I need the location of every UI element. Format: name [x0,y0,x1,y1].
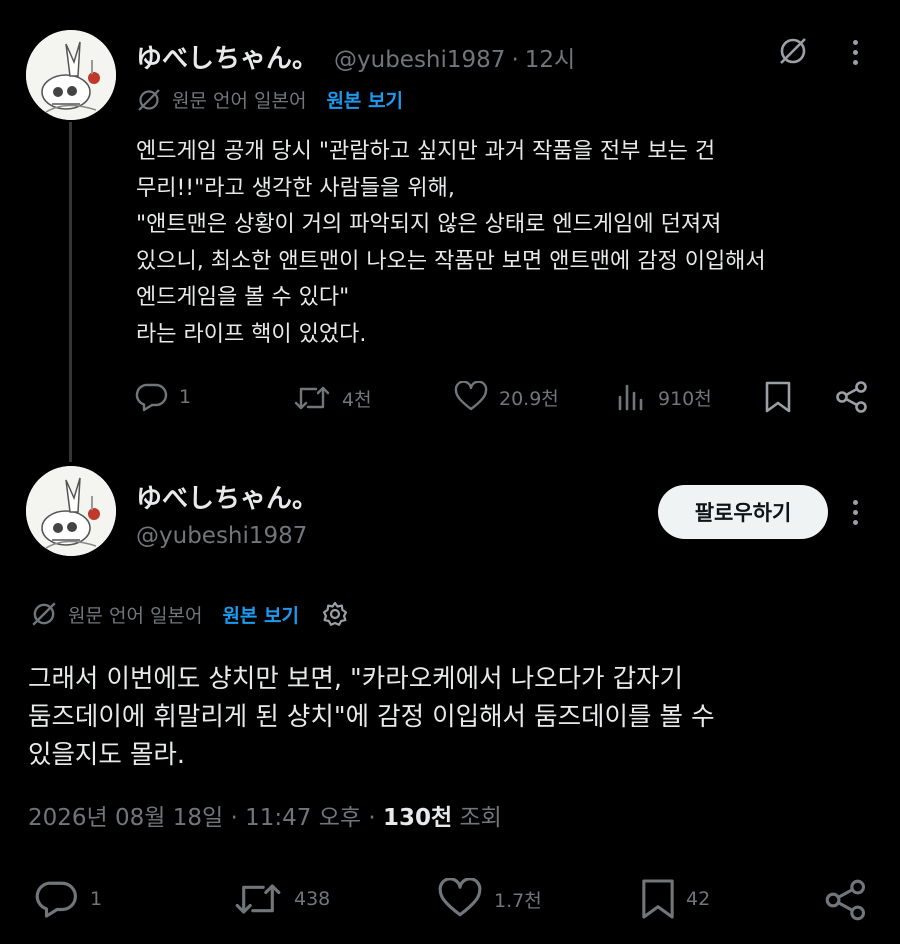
avatar-skull-icon [26,466,116,556]
author-handle[interactable]: @yubeshi1987 [334,47,505,73]
more-icon[interactable] [853,40,859,70]
reply-button[interactable]: 1 [135,381,191,413]
retweet-icon [294,386,330,410]
like-count: 20.9천 [499,387,559,410]
avatar[interactable] [26,30,116,120]
retweet-count: 438 [294,888,331,910]
more-icon[interactable] [853,500,859,530]
bookmark-icon [642,879,674,919]
bookmark-icon [765,381,791,413]
show-original-link[interactable]: 원본 보기 [326,86,403,113]
reply-button[interactable]: 1 [34,878,102,920]
follow-button[interactable]: 팔로우하기 [658,485,828,539]
avatar-skull-icon [26,30,116,120]
like-count: 1.7천 [494,889,542,912]
bookmark-button[interactable]: 42 [640,876,710,922]
views-button[interactable]: 910천 [616,381,712,413]
bookmark-button[interactable] [764,380,792,414]
share-icon [825,879,866,921]
reply-icon [135,383,168,412]
retweet-count: 4천 [342,388,372,411]
time-separator: · [511,47,519,73]
share-button[interactable] [824,878,868,922]
views-separator: · [368,805,376,831]
author-handle[interactable]: @yubeshi1987 [136,523,307,549]
timestamp[interactable]: 2026년 08월 18일 · 11:47 오후 [28,805,361,831]
reply-count: 1 [90,888,103,910]
reply-count: 1 [179,386,192,408]
heart-icon [454,381,488,411]
like-button[interactable]: 1.7천 [436,878,542,920]
views-count: 910천 [658,387,712,410]
bookmark-count: 42 [686,888,711,910]
views-total: 130천 [382,805,453,831]
show-original-link[interactable]: 원본 보기 [222,601,299,628]
thread-line [69,122,72,462]
tweet-text: 그래서 이번에도 샹치만 보면, "카라오케에서 나오다가 갑자기 둠즈데이에 … [28,664,715,770]
retweet-icon [235,884,281,914]
grok-icon[interactable] [776,34,810,72]
tweet-meta: 2026년 08월 18일 · 11:47 오후 · 130천 조회 [28,798,502,832]
translation-label: 원문 언어 일본어 [68,604,203,627]
share-icon [836,381,867,413]
reply-icon [35,881,77,918]
heart-icon [438,878,482,917]
views-icon [618,384,643,411]
translation-label: 원문 언어 일본어 [172,90,307,112]
tweet-text: 엔드게임 공개 당시 "관람하고 싶지만 과거 작품을 전부 보는 건 무리!!… [136,139,766,347]
translation-bar: 원문 언어 일본어 원본 보기 [136,86,403,113]
translation-bar: 원문 언어 일본어 원본 보기 [30,600,349,628]
author-name[interactable]: ゆべしちゃん。 [136,478,318,515]
post-time[interactable]: 12시 [525,40,575,74]
retweet-button[interactable]: 4천 [292,382,372,414]
views-label: 조회 [459,805,502,831]
translate-icon [138,88,160,111]
retweet-button[interactable]: 438 [232,878,330,920]
share-button[interactable] [835,380,869,414]
author-name[interactable]: ゆべしちゃん。 [136,38,318,75]
translate-icon [32,602,56,626]
avatar[interactable] [26,466,116,556]
gear-icon[interactable] [321,600,349,628]
like-button[interactable]: 20.9천 [453,381,559,413]
